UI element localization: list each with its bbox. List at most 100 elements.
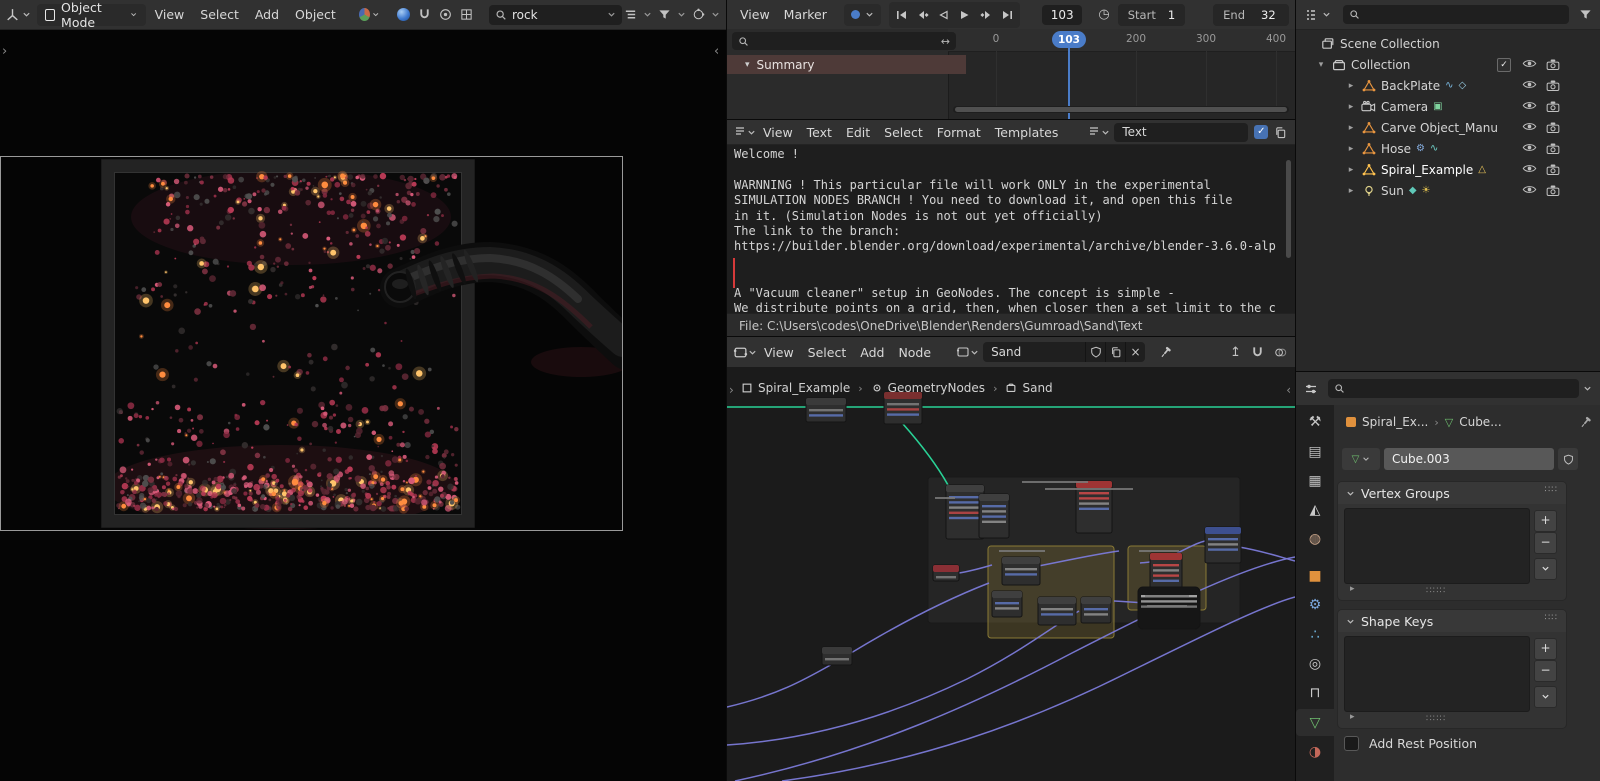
breadcrumb-object[interactable]: Spiral_Example — [741, 381, 850, 395]
menu-select[interactable]: Select — [801, 345, 854, 360]
gizmos-icon[interactable] — [692, 8, 705, 21]
chevron-down-icon[interactable] — [372, 10, 379, 19]
panel-grip-icon[interactable]: ∷∷ — [1545, 613, 1558, 623]
geometry-node-editor[interactable]: View Select Add Node Sand × ↥ › ‹ Spiral… — [726, 336, 1296, 781]
outliner-label[interactable]: Scene Collection — [1340, 37, 1440, 51]
breadcrumb-data[interactable]: Cube... — [1459, 415, 1501, 429]
outliner-row-backplate[interactable]: ▸ BackPlate ∿ ◇ — [1296, 75, 1600, 96]
menu-templates[interactable]: Templates — [988, 125, 1066, 140]
editor-type-icon[interactable] — [5, 7, 20, 22]
outliner-label[interactable]: Hose — [1381, 142, 1411, 156]
tab-output[interactable]: ▤ — [1296, 438, 1334, 465]
render-visibility-camera-icon[interactable] — [1546, 100, 1560, 116]
text-editor[interactable]: View Text Edit Select Format Templates T… — [726, 119, 1296, 338]
timeline-editor[interactable]: View Marker 103 ◷ Start 1 End 32 0 200 3… — [726, 0, 1296, 121]
outliner-label[interactable]: Camera — [1381, 100, 1428, 114]
play-button[interactable] — [956, 10, 974, 20]
jump-to-start-button[interactable] — [893, 10, 911, 20]
add-vertex-group-button[interactable]: + — [1534, 510, 1557, 532]
scrollbar-thumb[interactable] — [955, 107, 1287, 112]
region-expand-toggle[interactable]: › — [729, 383, 734, 397]
panel-expand-arrow[interactable]: ▸ — [1350, 584, 1355, 594]
expand-arrow[interactable]: ▸ — [1346, 144, 1356, 154]
frame-start-field[interactable]: Start 1 — [1117, 3, 1186, 26]
tab-physics[interactable]: ◎ — [1296, 650, 1334, 677]
outliner-label[interactable]: Spiral_Example — [1381, 163, 1473, 177]
proportional-editing-icon[interactable] — [439, 8, 452, 21]
shape-key-specials-button[interactable] — [1534, 686, 1557, 708]
panel-grip-icon[interactable]: ∷∷ — [1545, 485, 1558, 495]
expand-arrow[interactable]: ▾ — [745, 60, 750, 70]
remove-shape-key-button[interactable]: − — [1534, 660, 1557, 682]
tab-modifiers[interactable]: ⚙ — [1296, 591, 1334, 618]
snap-grid-icon[interactable] — [460, 8, 473, 21]
vertex-group-specials-button[interactable] — [1534, 558, 1557, 580]
pin-icon[interactable] — [1579, 416, 1592, 429]
run-register-checkbox[interactable]: ✓ — [1254, 125, 1269, 139]
3d-viewport-editor[interactable]: Object Mode View Select Add Object rock … — [0, 0, 728, 781]
sidebar-expand-toggle[interactable]: › — [2, 44, 7, 59]
outliner-row-spiral-example[interactable]: ▸ Spiral_Example △ — [1296, 159, 1600, 180]
menu-add[interactable]: Add — [248, 7, 286, 22]
current-frame-badge[interactable]: 103 — [1052, 31, 1086, 48]
text-datablock-name[interactable]: Text — [1114, 122, 1249, 142]
hide-eye-icon[interactable] — [1522, 163, 1537, 177]
preview-range-icon[interactable]: ◷ — [1098, 7, 1109, 22]
tab-view-layer[interactable]: ▦ — [1296, 467, 1334, 494]
outliner-label[interactable]: Carve Object_Manu — [1381, 121, 1498, 135]
current-frame-field[interactable]: 103 — [1041, 4, 1083, 25]
hide-eye-icon[interactable] — [1522, 184, 1537, 198]
overlays-icon[interactable] — [1274, 346, 1287, 359]
outliner-editor[interactable]: Scene Collection ▾ Collection ✓ ▸ BackPlate ∿ ◇… — [1295, 0, 1600, 373]
expand-arrow[interactable]: ▾ — [1316, 60, 1326, 70]
node-canvas[interactable]: › ‹ Spiral_Example › GeometryNodes › San… — [727, 367, 1295, 781]
tab-object-data[interactable]: ▽ — [1296, 709, 1334, 736]
datablock-browse-button[interactable]: ▽ — [1342, 448, 1380, 470]
expand-arrow[interactable]: ▸ — [1346, 81, 1356, 91]
expand-arrow[interactable]: ▸ — [1346, 123, 1356, 133]
datablock-browse-icon[interactable] — [1087, 125, 1101, 139]
chevron-down-icon[interactable] — [677, 10, 686, 19]
vertex-groups-list[interactable] — [1344, 508, 1530, 584]
outliner-label[interactable]: Collection — [1351, 58, 1410, 72]
hide-eye-icon[interactable] — [1522, 58, 1537, 72]
time-ruler[interactable]: 0 200 300 400 — [948, 29, 1295, 52]
filter-funnel-icon[interactable] — [658, 8, 671, 21]
tab-scene[interactable]: ◭ — [1296, 496, 1334, 523]
pin-icon[interactable] — [1159, 346, 1172, 359]
resize-grip-icon[interactable]: ∷∷∷ — [1426, 714, 1446, 724]
editor-type-chevron-icon[interactable] — [22, 10, 31, 19]
outliner-row-carve-object-manu[interactable]: ▸ Carve Object_Manu — [1296, 117, 1600, 138]
shape-keys-panel-header[interactable]: Shape Keys ∷∷ — [1338, 610, 1566, 632]
viewport-search-input[interactable]: rock — [489, 4, 622, 25]
hide-eye-icon[interactable] — [1522, 121, 1537, 135]
menu-edit[interactable]: Edit — [839, 125, 877, 140]
text-content[interactable]: Welcome ! WARNNING ! This particular fil… — [734, 147, 1283, 316]
chevron-down-icon[interactable] — [747, 128, 756, 137]
shading-preview-icon[interactable] — [397, 8, 410, 21]
menu-view[interactable]: View — [757, 345, 801, 360]
region-collapse-toggle[interactable]: ‹ — [714, 44, 719, 59]
outliner-row-camera[interactable]: ▸ Camera ▣ — [1296, 96, 1600, 117]
transform-orientation-icon[interactable] — [358, 8, 370, 21]
copy-datablock-icon[interactable] — [1105, 342, 1125, 362]
summary-channel[interactable]: ▾ Summary — [727, 55, 966, 74]
copy-datablock-icon[interactable] — [1274, 126, 1287, 139]
auto-keying-toggle[interactable] — [843, 3, 881, 26]
object-type-visibility-icon[interactable] — [624, 8, 637, 21]
chevron-down-icon[interactable] — [711, 10, 720, 19]
hide-eye-icon[interactable] — [1522, 142, 1537, 156]
menu-select[interactable]: Select — [877, 125, 930, 140]
breadcrumb-group[interactable]: Sand — [1005, 381, 1053, 395]
render-visibility-camera-icon[interactable] — [1546, 121, 1560, 137]
outliner-row-scene-collection[interactable]: Scene Collection — [1296, 33, 1600, 54]
menu-view[interactable]: View — [733, 7, 777, 22]
menu-format[interactable]: Format — [930, 125, 988, 140]
render-visibility-camera-icon[interactable] — [1546, 163, 1560, 179]
exclude-checkbox[interactable]: ✓ — [1497, 58, 1511, 72]
menu-select[interactable]: Select — [193, 7, 246, 22]
outliner-row-hose[interactable]: ▸ Hose ⚙ ∿ — [1296, 138, 1600, 159]
editor-type-icon[interactable] — [1304, 382, 1318, 396]
render-visibility-camera-icon[interactable] — [1546, 79, 1560, 95]
dope-sheet[interactable]: 0 200 300 400 ↔ ▾ Summary 103 — [727, 29, 1295, 120]
